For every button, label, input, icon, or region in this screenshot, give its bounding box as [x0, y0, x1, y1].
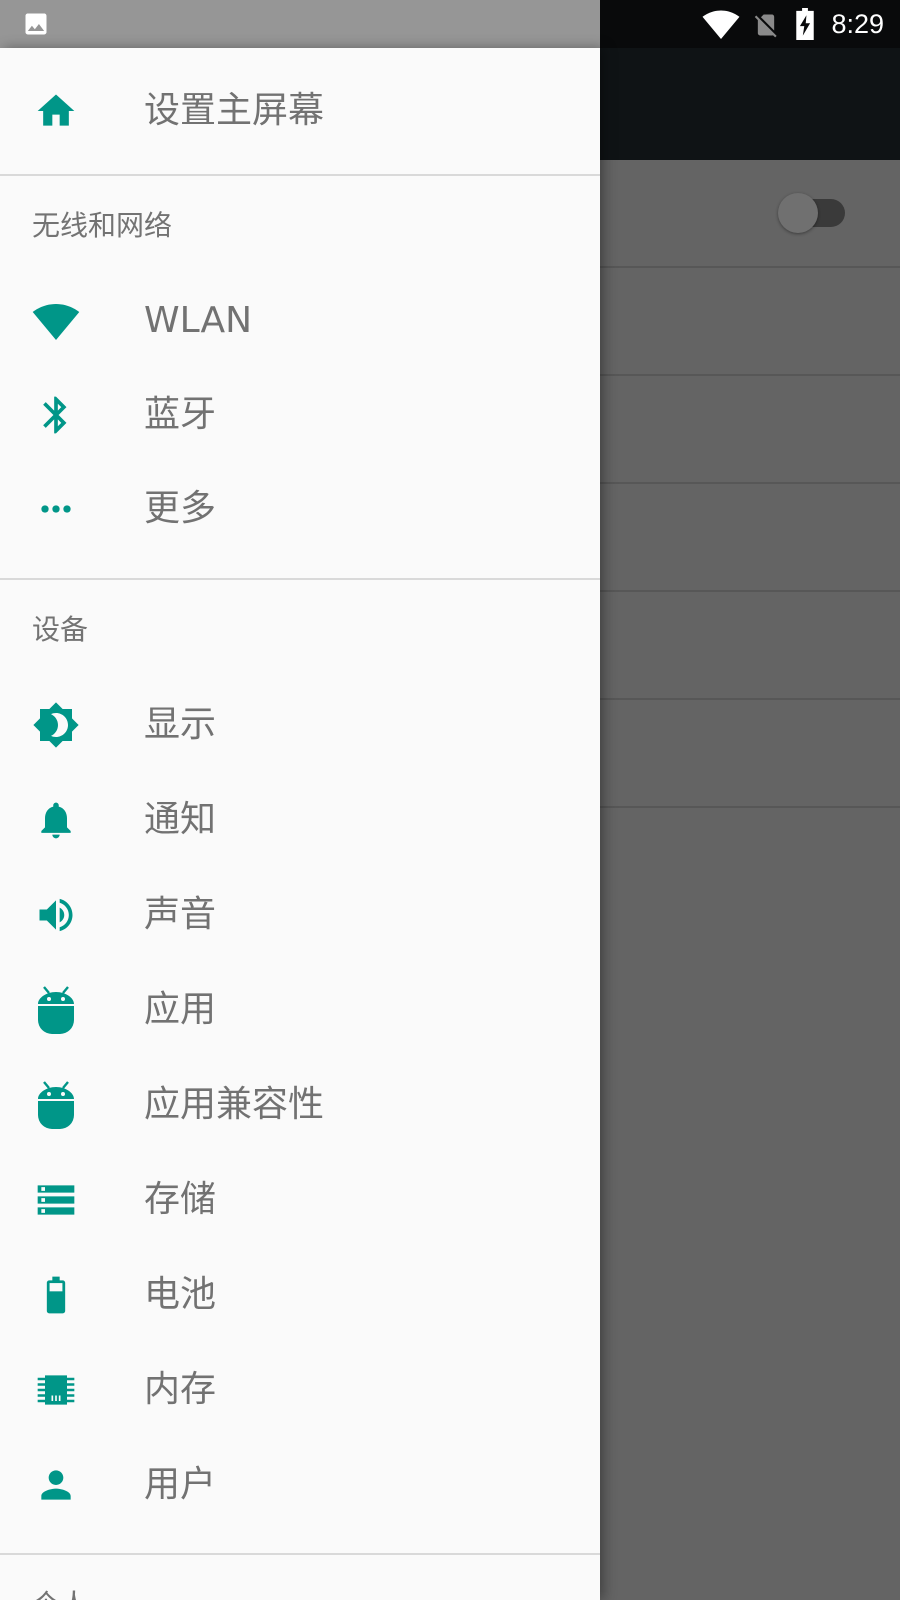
drawer-item-label: 更多 — [144, 488, 217, 529]
background-toggle-thumb[interactable] — [778, 193, 818, 233]
status-bar-right: 8:29 — [600, 0, 900, 48]
drawer-item-label: 显示 — [144, 704, 217, 745]
drawer-item-battery[interactable]: 电池 — [0, 1248, 600, 1342]
storage-icon — [32, 1176, 80, 1224]
drawer-item-label: 电池 — [144, 1274, 217, 1315]
drawer-item-apps[interactable]: 应用 — [0, 963, 600, 1057]
image-icon — [22, 10, 50, 38]
person-icon — [32, 1461, 80, 1509]
drawer-item-more[interactable]: 更多 — [0, 462, 600, 556]
drawer-item-app-compatibility[interactable]: 应用兼容性 — [0, 1058, 600, 1152]
section-header-wireless: 无线和网络 — [32, 209, 173, 242]
no-sim-icon — [752, 10, 780, 40]
section-header-device: 设备 — [32, 613, 89, 646]
android-icon — [32, 986, 80, 1034]
drawer-item-users[interactable]: 用户 — [0, 1438, 600, 1532]
drawer-item-label: 存储 — [144, 1179, 217, 1220]
wifi-icon — [32, 297, 80, 345]
status-bar-left — [0, 0, 600, 48]
background-list-row — [600, 376, 900, 484]
drawer-item-notifications[interactable]: 通知 — [0, 773, 600, 867]
bluetooth-icon — [32, 391, 80, 439]
background-list-row — [600, 700, 900, 808]
more-horiz-icon — [32, 485, 80, 533]
divider — [0, 174, 600, 176]
navigation-drawer: 设置主屏幕 无线和网络 WLAN 蓝牙 更多 设备 显示 通知 声音 应用 应用… — [0, 48, 600, 1600]
memory-icon — [32, 1366, 80, 1414]
drawer-item-home[interactable]: 设置主屏幕 — [0, 48, 600, 174]
drawer-item-wlan[interactable]: WLAN — [0, 274, 600, 368]
android-icon — [32, 1081, 80, 1129]
brightness-icon — [32, 701, 80, 749]
drawer-item-label: 声音 — [144, 894, 217, 935]
drawer-item-label: 内存 — [144, 1369, 217, 1410]
drawer-item-label: 蓝牙 — [144, 394, 217, 435]
drawer-item-label: 用户 — [144, 1464, 217, 1505]
wifi-icon — [702, 8, 740, 40]
battery-charging-icon — [794, 8, 816, 40]
drawer-item-storage[interactable]: 存储 — [0, 1153, 600, 1247]
drawer-item-label: 设置主屏幕 — [144, 90, 325, 131]
background-list-row — [600, 160, 900, 268]
drawer-item-label: 应用 — [144, 989, 217, 1030]
status-time: 8:29 — [831, 9, 884, 39]
drawer-item-bluetooth[interactable]: 蓝牙 — [0, 368, 600, 462]
drawer-item-label: WLAN — [144, 300, 253, 341]
divider — [0, 578, 600, 580]
drawer-item-label: 应用兼容性 — [144, 1084, 325, 1125]
drawer-item-memory[interactable]: 内存 — [0, 1343, 600, 1437]
bell-icon — [32, 796, 80, 844]
drawer-item-label: 通知 — [144, 799, 217, 840]
drawer-item-sound[interactable]: 声音 — [0, 868, 600, 962]
home-icon — [32, 87, 80, 135]
background-list-row — [600, 592, 900, 700]
section-header-personal: 个人 — [32, 1585, 88, 1600]
battery-icon — [32, 1271, 80, 1319]
background-list-row — [600, 268, 900, 376]
volume-icon — [32, 891, 80, 939]
background-list-row — [600, 484, 900, 592]
drawer-item-display[interactable]: 显示 — [0, 678, 600, 772]
divider — [0, 1553, 600, 1555]
